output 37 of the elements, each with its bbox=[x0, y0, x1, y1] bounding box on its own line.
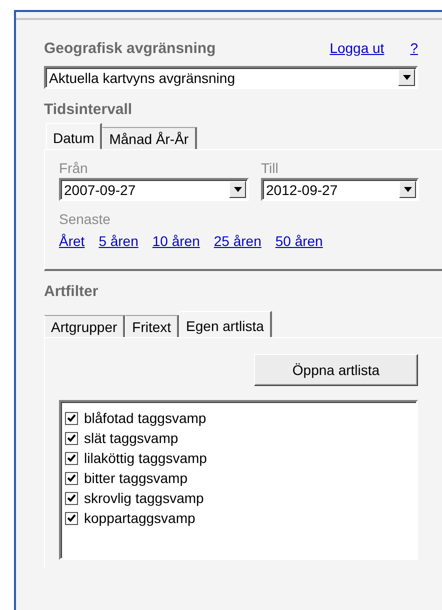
checkbox[interactable] bbox=[65, 432, 78, 444]
checkbox-label: koppartaggsvamp bbox=[84, 510, 196, 526]
period-link[interactable]: 50 åren bbox=[275, 233, 323, 249]
tab[interactable]: Egen artlista bbox=[179, 311, 272, 337]
checkbox[interactable] bbox=[65, 492, 78, 504]
field-label: Senaste bbox=[59, 211, 110, 227]
date-dropdown[interactable]: 2012-09-27 bbox=[261, 178, 419, 201]
dropdown[interactable]: Aktuella kartvyns avgränsning bbox=[44, 66, 418, 89]
dropdown-value: Aktuella kartvyns avgränsning bbox=[48, 70, 236, 86]
tab[interactable]: Fritext bbox=[125, 315, 180, 337]
checkbox-label: bitter taggsvamp bbox=[84, 470, 188, 486]
section-title: Tidsintervall bbox=[44, 100, 132, 118]
section-title: Artfilter bbox=[44, 282, 98, 300]
field-label: Till bbox=[261, 160, 280, 176]
dropdown-value: 2012-09-27 bbox=[265, 182, 339, 198]
checkbox[interactable] bbox=[65, 512, 78, 524]
checkbox-label: slät taggsvamp bbox=[84, 430, 178, 446]
tab[interactable]: Månad År-År bbox=[102, 127, 197, 149]
tab[interactable]: Artgrupper bbox=[44, 315, 126, 337]
period-link[interactable]: 25 åren bbox=[214, 233, 262, 249]
checkbox[interactable] bbox=[65, 412, 78, 424]
period-link[interactable]: 5 åren bbox=[98, 233, 138, 249]
dropdown-value: 2007-09-27 bbox=[63, 182, 137, 198]
logout-link[interactable]: Logga ut bbox=[330, 40, 384, 56]
period-link[interactable]: Året bbox=[59, 233, 85, 249]
section-title: Geografisk avgränsning bbox=[44, 40, 216, 56]
checkbox[interactable] bbox=[65, 472, 78, 484]
period-link[interactable]: 10 åren bbox=[152, 233, 200, 249]
field-label: Från bbox=[59, 160, 89, 176]
tab[interactable]: Datum bbox=[46, 123, 102, 149]
help-link[interactable]: ? bbox=[410, 40, 418, 56]
open-list-button[interactable]: Öppna artlista bbox=[254, 354, 418, 386]
checkbox-label: lilaköttig taggsvamp bbox=[84, 450, 207, 466]
checkbox-label: skrovlig taggsvamp bbox=[84, 490, 204, 506]
date-dropdown[interactable]: 2007-09-27 bbox=[59, 178, 249, 201]
checkbox[interactable] bbox=[65, 452, 78, 464]
checkbox-label: blåfotad taggsvamp bbox=[84, 410, 206, 426]
